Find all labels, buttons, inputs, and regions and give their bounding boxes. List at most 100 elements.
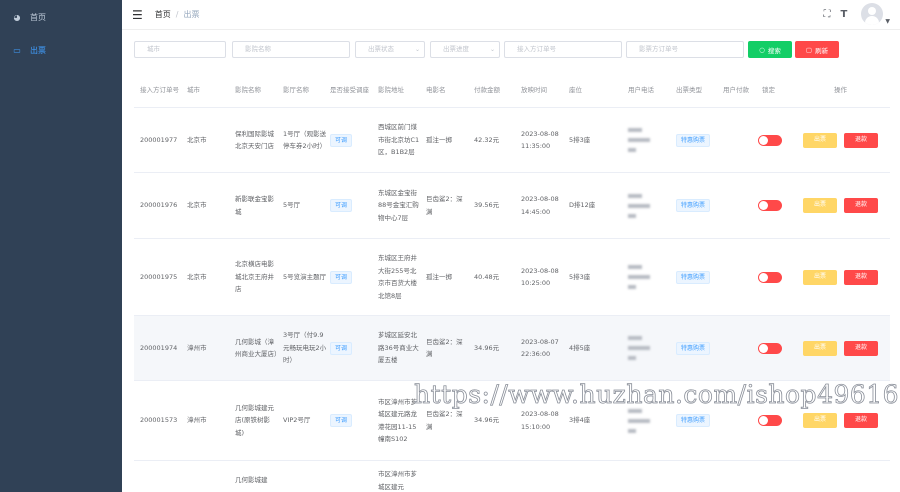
breadcrumb-separator: / [175, 10, 179, 19]
cell-amount: 42.32元 [474, 108, 516, 172]
cell-hall: VIP2号厅 [283, 381, 327, 460]
cell-hall: 5号厅 [283, 173, 327, 238]
cell-hall: 3号厅（付9.9元畅玩电玩2小时） [283, 316, 327, 380]
city-text: 北京市 [187, 201, 207, 210]
th-adjust: 是否接受调座 [330, 85, 369, 94]
lock-toggle[interactable] [758, 271, 782, 283]
blurred-phone-icon [628, 191, 650, 221]
th-address: 影院地址 [378, 85, 404, 94]
cell-type: 特惠购票 [676, 108, 724, 172]
watermark: https://www.huzhan.com/ishop49616 [414, 380, 900, 410]
th-hall: 影厅名称 [283, 85, 309, 94]
address-text: 市区漳州市芗城区建元 [378, 470, 417, 491]
cell-seat: 5排3座 [569, 108, 611, 172]
order-text: 200001976 [140, 201, 178, 210]
cell-address: 西城区前门煤市街北京坊C1区，B1B2层 [378, 108, 420, 172]
cell-adjust: 可调 [330, 239, 370, 315]
refresh-icon: ▢ [805, 45, 813, 54]
amount-text: 40.48元 [474, 272, 500, 281]
status-select[interactable]: 出票状态 ⌄ [355, 41, 425, 58]
cell-amount: 39.56元 [474, 173, 516, 238]
refund-button[interactable]: 退款 [844, 340, 878, 356]
table-header: 接入方订单号 城市 影院名称 影厅名称 是否接受调座 影院地址 电影名 付款金额… [134, 72, 890, 108]
cell-cinema: 新影联金宝影城 [235, 173, 279, 238]
table-row[interactable]: 200001977 北京市 保利国际影城北京天安门店 1号厅（观影送停车券2小时） 可调… [134, 108, 890, 173]
cell-time: 2023-08-08 14:45:00 [521, 173, 563, 238]
in-order-input[interactable]: 接入方订单号 [504, 41, 622, 58]
cell-hall [283, 461, 327, 492]
cell-amount: 34.96元 [474, 316, 516, 380]
order-text: 200001974 [140, 343, 178, 352]
cell-movie [426, 461, 468, 492]
cinema-order-input[interactable]: 影票方订单号 [626, 41, 744, 58]
navbar-right: ⛶ T ▼ [814, 3, 890, 25]
lock-toggle[interactable] [758, 415, 782, 426]
cell-movie: 孤注一掷 [426, 108, 468, 172]
cell-type: 特惠购票 [676, 316, 724, 380]
issue-ticket-button[interactable]: 出票 [803, 198, 837, 213]
cell-address: 东城区王府井大街255号北京市百货大楼北馆8层 [378, 239, 420, 315]
cinema-input[interactable]: 影院名称 [232, 41, 350, 58]
search-button[interactable]: ○ 搜索 [748, 41, 792, 58]
refund-button[interactable]: 退款 [844, 413, 878, 428]
adjust-tag: 可调 [330, 133, 353, 147]
time-text: 2023-08-08 11:35:00 [521, 129, 559, 151]
breadcrumb-home[interactable]: 首页 [155, 9, 171, 20]
progress-select[interactable]: 出票进度 ⌄ [430, 41, 500, 58]
cell-address: 东城区金宝街88号金宝汇购物中心7层 [378, 173, 420, 238]
cell-seat: 4排5座 [569, 316, 611, 380]
cell-seat: 5排3座 [569, 239, 611, 315]
refund-button[interactable]: 退款 [844, 269, 878, 285]
movie-text: 孤注一掷 [426, 135, 452, 144]
avatar[interactable] [861, 3, 884, 25]
issue-ticket-button[interactable]: 出票 [803, 340, 837, 356]
type-tag: 特惠购票 [676, 270, 711, 284]
lock-toggle[interactable] [758, 134, 782, 146]
issue-ticket-button[interactable]: 出票 [803, 413, 837, 428]
blurred-phone-icon [628, 125, 650, 155]
adjust-tag: 可调 [330, 414, 353, 427]
phone-masked [628, 108, 658, 172]
issue-ticket-button[interactable]: 出票 [803, 132, 837, 148]
sidebar-item-label: 首页 [30, 12, 46, 22]
cell-time: 2023-08-08 10:25:00 [521, 239, 563, 315]
cell-time: 2023-08-08 11:35:00 [521, 108, 563, 172]
table-row[interactable]: 200001975 北京市 北京横店电影城北京王府井店 5号览演主题厅 可调 东城区王府井… [134, 239, 890, 316]
issue-ticket-button[interactable]: 出票 [803, 269, 837, 285]
refresh-button[interactable]: ▢ 刷新 [795, 41, 839, 58]
cinema-text: 几何影城建 [235, 476, 268, 485]
address-text: 东城区王府井大街255号北京市百货大楼北馆8层 [378, 254, 417, 300]
city-input[interactable]: 城市 [134, 41, 226, 58]
table-row[interactable]: 200001976 北京市 新影联金宝影城 5号厅 可调 东城区金宝街88号金宝汇购物中心… [134, 173, 890, 239]
hamburger-icon[interactable]: ☰ [132, 8, 143, 22]
refresh-button-label: 刷新 [815, 46, 829, 55]
lock-cell [758, 239, 788, 315]
refund-button[interactable]: 退款 [844, 132, 878, 148]
th-movie: 电影名 [426, 85, 446, 94]
order-text: 200001977 [140, 135, 178, 144]
actions-cell: 出票 退款 [803, 173, 883, 238]
cell-movie: 巨齿鲨2：深渊 [426, 173, 468, 238]
lock-toggle[interactable] [758, 200, 782, 211]
progress-select-placeholder: 出票进度 [443, 45, 469, 53]
refund-button[interactable]: 退款 [844, 198, 878, 213]
cell-city [187, 461, 227, 492]
sidebar-item-ticket[interactable]: ▭ 出票 [0, 34, 122, 66]
table-row[interactable]: 200001974 漳州市 几何影城（漳州商业大厦店） 3号厅（付9.9元畅玩电玩2小… [134, 316, 890, 381]
fullscreen-icon[interactable]: ⛶ [824, 9, 831, 20]
font-size-icon[interactable]: T [841, 9, 848, 20]
actions-cell: 出票 退款 [803, 316, 883, 380]
caret-down-icon[interactable]: ▼ [885, 18, 890, 25]
cinema-text: 新影联金宝影城 [235, 195, 274, 216]
order-text: 200001573 [140, 416, 178, 425]
cinema-text: 几何影城（漳州商业大厦店） [235, 337, 281, 359]
table-row[interactable]: 几何影城建 市区漳州市芗城区建元 [134, 461, 890, 492]
lock-toggle[interactable] [758, 342, 782, 354]
cell-address: 芗城区延安北路36号商业大厦五楼 [378, 316, 420, 380]
cell-type [676, 461, 724, 492]
cell-adjust: 可调 [330, 108, 370, 172]
sidebar-item-home[interactable]: ◕ 首页 [0, 0, 122, 34]
breadcrumb-current: 出票 [183, 10, 200, 19]
cell-order: 200001976 [140, 173, 182, 238]
cell-movie: 巨齿鲨2：深渊 [426, 316, 468, 380]
